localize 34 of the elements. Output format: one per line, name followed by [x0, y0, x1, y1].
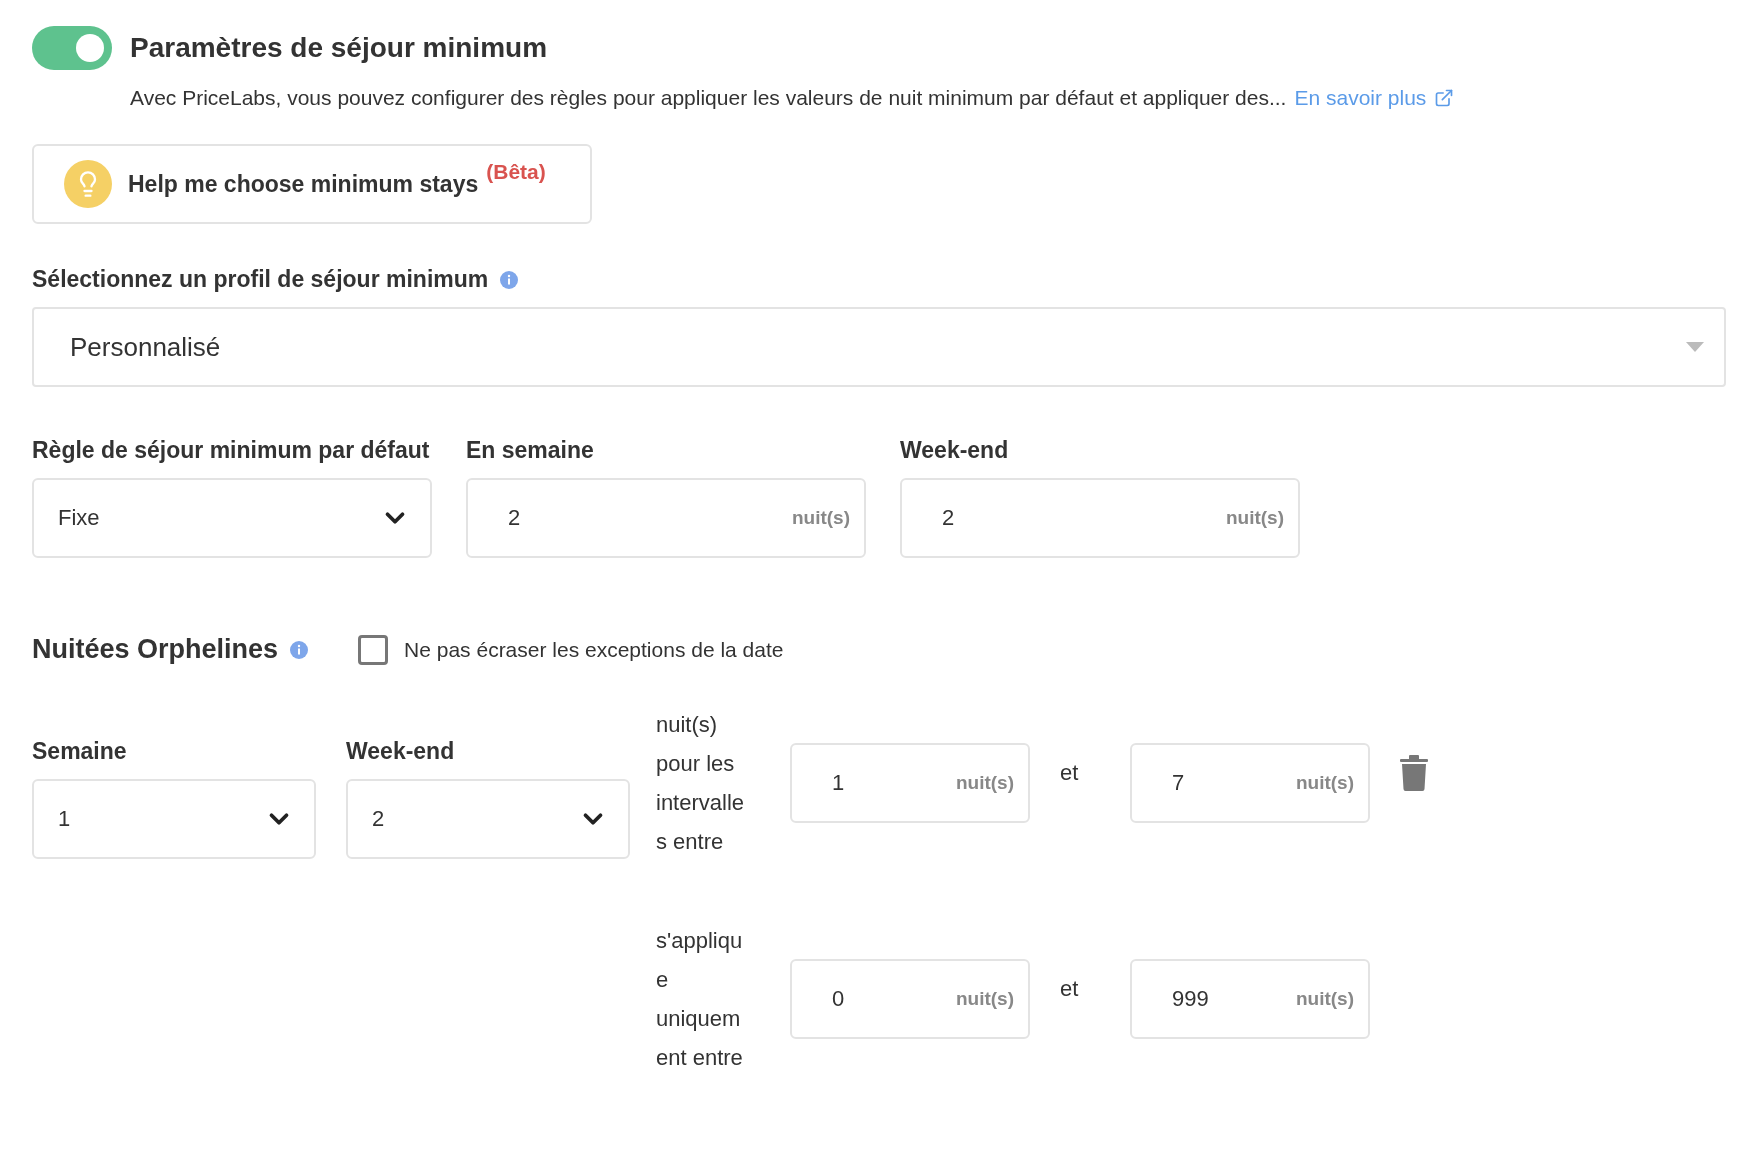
field-label: Week-end — [346, 737, 456, 765]
nights-input[interactable]: 2 nuit(s) — [900, 478, 1300, 558]
rule-select[interactable]: Fixe — [32, 478, 432, 558]
info-icon[interactable] — [500, 270, 519, 289]
lightbulb-icon — [64, 160, 112, 208]
nights-input[interactable]: 1 nuit(s) — [790, 743, 1030, 823]
caret-icon — [1686, 342, 1704, 352]
field-label: Règle de séjour minimum par défaut — [32, 437, 431, 464]
description-text: Avec PriceLabs, vous pouvez configurer des règles pour appliquer les valeurs de nuit minimum par défaut et appliquer des... — [130, 86, 1287, 110]
nights-input[interactable]: 0 nuit(s) — [790, 959, 1030, 1039]
field-label: Week-end — [900, 437, 1010, 464]
help-button[interactable]: Help me choose minimum stays (Bêta) — [32, 144, 592, 224]
checkbox-label: Ne pas écraser les exceptions de la date — [404, 637, 784, 662]
section-title: Paramètres de séjour minimum — [130, 32, 548, 64]
field-label: En semaine — [466, 437, 595, 464]
field-label: Semaine — [32, 737, 128, 765]
info-icon[interactable] — [290, 640, 309, 659]
external-link-icon[interactable] — [1434, 88, 1455, 108]
conjunction-text: et — [1060, 976, 1080, 1002]
toggle-switch[interactable] — [32, 26, 112, 70]
nights-select[interactable]: 2 — [346, 778, 630, 859]
section-heading: Nuitées Orphelines — [32, 634, 279, 665]
field-label: Sélectionnez un profil de séjour minimum — [32, 266, 489, 293]
nights-input[interactable]: 7 nuit(s) — [1130, 743, 1370, 823]
nights-input[interactable]: 999 nuit(s) — [1130, 959, 1370, 1039]
nights-input[interactable]: 2 nuit(s) — [466, 478, 866, 558]
trash-icon[interactable] — [1400, 755, 1428, 791]
conjunction-text: et — [1060, 760, 1080, 786]
range-text: s'applique uniquement entre — [656, 927, 744, 1072]
profile-select[interactable]: Personnalisé — [32, 307, 1726, 387]
checkbox[interactable] — [358, 634, 389, 665]
nights-select[interactable]: 1 — [32, 778, 316, 859]
beta-label: (Bêta) — [486, 160, 546, 184]
range-text: nuit(s) pour les intervalles entre — [656, 711, 746, 856]
